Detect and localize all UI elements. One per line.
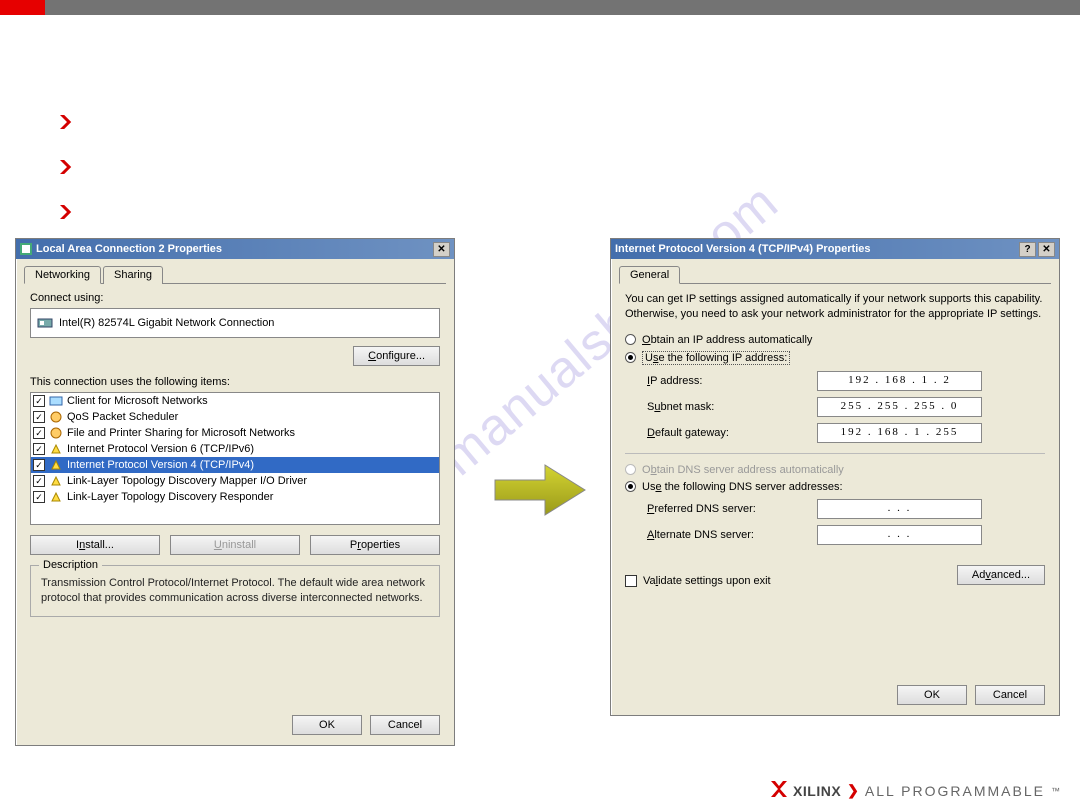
radio-use-ip[interactable]: Use the following IP address:: [625, 351, 1045, 365]
window-icon: [20, 243, 32, 255]
protocol-icon: [49, 474, 63, 488]
list-item-label: Internet Protocol Version 6 (TCP/IPv6): [67, 443, 254, 455]
validate-label: Validate settings upon exit: [643, 575, 771, 587]
radio-icon: [625, 481, 636, 492]
checkbox-icon[interactable]: ✓: [33, 475, 45, 487]
uninstall-button: Uninstall: [170, 535, 300, 555]
radio-use-dns[interactable]: Use the following DNS server addresses:: [625, 481, 1045, 493]
checkbox-icon[interactable]: ✓: [33, 459, 45, 471]
tabs: General: [619, 265, 1051, 284]
list-item[interactable]: ✓ Client for Microsoft Networks: [31, 393, 439, 409]
help-button[interactable]: ?: [1019, 242, 1036, 257]
titlebar[interactable]: Local Area Connection 2 Properties ✕: [16, 239, 454, 259]
xilinx-logo-icon: [771, 781, 787, 800]
checkbox-icon[interactable]: ✓: [33, 427, 45, 439]
all-programmable-text: ALL PROGRAMMABLE: [865, 783, 1045, 799]
adapter-box: Intel(R) 82574L Gigabit Network Connecti…: [30, 308, 440, 338]
radio-icon: [625, 334, 636, 345]
list-item-label: File and Printer Sharing for Microsoft N…: [67, 427, 295, 439]
window-title: Local Area Connection 2 Properties: [36, 243, 222, 255]
ok-button[interactable]: OK: [897, 685, 967, 705]
bullet-chevron-icon: [60, 205, 74, 222]
client-icon: [49, 394, 63, 408]
checkbox-icon[interactable]: [625, 575, 637, 587]
bullet-chevron-icon: [60, 115, 74, 132]
radio-icon: [625, 352, 636, 363]
list-item-label: Internet Protocol Version 4 (TCP/IPv4): [67, 459, 254, 471]
list-item[interactable]: ✓ Link-Layer Topology Discovery Responder: [31, 489, 439, 505]
list-item-label: Client for Microsoft Networks: [67, 395, 208, 407]
list-item-label: Link-Layer Topology Discovery Mapper I/O…: [67, 475, 307, 487]
window-title: Internet Protocol Version 4 (TCP/IPv4) P…: [615, 243, 871, 255]
pref-dns-label: Preferred DNS server:: [647, 503, 817, 515]
items-label: This connection uses the following items…: [30, 376, 440, 388]
info-text: You can get IP settings assigned automat…: [625, 292, 1045, 322]
preferred-dns-input[interactable]: . . .: [817, 499, 982, 519]
checkbox-icon[interactable]: ✓: [33, 395, 45, 407]
adapter-name: Intel(R) 82574L Gigabit Network Connecti…: [59, 317, 274, 329]
ip-address-input[interactable]: 192 . 168 . 1 . 2: [817, 371, 982, 391]
protocol-icon: [49, 458, 63, 472]
protocol-icon: [49, 490, 63, 504]
checkbox-icon[interactable]: ✓: [33, 411, 45, 423]
tcpip-properties-dialog: Internet Protocol Version 4 (TCP/IPv4) P…: [610, 238, 1060, 716]
description-title: Description: [39, 559, 102, 571]
radio-obtain-dns: Obtain DNS server address automatically: [625, 464, 1045, 476]
titlebar[interactable]: Internet Protocol Version 4 (TCP/IPv4) P…: [611, 239, 1059, 259]
checkbox-icon[interactable]: ✓: [33, 491, 45, 503]
configure-button[interactable]: Configure...: [353, 346, 440, 366]
service-icon: [49, 426, 63, 440]
alt-dns-label: Alternate DNS server:: [647, 529, 817, 541]
list-item-selected[interactable]: ✓ Internet Protocol Version 4 (TCP/IPv4): [31, 457, 439, 473]
description-text: Transmission Control Protocol/Internet P…: [41, 576, 429, 606]
subnet-label: Subnet mask:: [647, 401, 817, 413]
properties-button[interactable]: Properties: [310, 535, 440, 555]
list-item[interactable]: ✓ Internet Protocol Version 6 (TCP/IPv6): [31, 441, 439, 457]
alternate-dns-input[interactable]: . . .: [817, 525, 982, 545]
brand-red-bar: [0, 0, 45, 15]
connection-properties-dialog: Local Area Connection 2 Properties ✕ Net…: [15, 238, 455, 746]
close-button[interactable]: ✕: [433, 242, 450, 257]
bullet-chevron-icon: [60, 160, 74, 177]
service-icon: [49, 410, 63, 424]
chevron-icon: ❯: [847, 782, 859, 799]
protocol-icon: [49, 442, 63, 456]
cancel-button[interactable]: Cancel: [370, 715, 440, 735]
tab-networking[interactable]: Networking: [24, 266, 101, 284]
gateway-label: Default gateway:: [647, 427, 817, 439]
ip-label: IP address:: [647, 375, 817, 387]
list-item[interactable]: ✓ File and Printer Sharing for Microsoft …: [31, 425, 439, 441]
divider: [625, 453, 1045, 454]
items-listbox[interactable]: ✓ Client for Microsoft Networks ✓ QoS Pack…: [30, 392, 440, 525]
tab-sharing[interactable]: Sharing: [103, 266, 163, 284]
radio-obtain-ip[interactable]: Obtain an IP address automatically: [625, 334, 1045, 346]
tab-general[interactable]: General: [619, 266, 680, 284]
validate-checkbox-row[interactable]: Validate settings upon exit: [625, 575, 771, 587]
tabs: Networking Sharing: [24, 265, 446, 284]
connect-using-label: Connect using:: [30, 292, 440, 304]
radio-icon: [625, 464, 636, 475]
list-item-label: QoS Packet Scheduler: [67, 411, 178, 423]
description-group: Description Transmission Control Protoco…: [30, 565, 440, 617]
install-button[interactable]: Install...: [30, 535, 160, 555]
arrow-right-icon: [490, 460, 590, 523]
xilinx-text: XILINX: [793, 783, 841, 799]
list-item[interactable]: ✓ QoS Packet Scheduler: [31, 409, 439, 425]
checkbox-icon[interactable]: ✓: [33, 443, 45, 455]
cancel-button[interactable]: Cancel: [975, 685, 1045, 705]
close-button[interactable]: ✕: [1038, 242, 1055, 257]
brand-gray-bar: [45, 0, 1080, 15]
subnet-mask-input[interactable]: 255 . 255 . 255 . 0: [817, 397, 982, 417]
footer-brand: XILINX ❯ ALL PROGRAMMABLE™: [771, 781, 1060, 800]
advanced-button[interactable]: Advanced...: [957, 565, 1045, 585]
network-adapter-icon: [37, 315, 53, 331]
list-item[interactable]: ✓ Link-Layer Topology Discovery Mapper I/…: [31, 473, 439, 489]
default-gateway-input[interactable]: 192 . 168 . 1 . 255: [817, 423, 982, 443]
list-item-label: Link-Layer Topology Discovery Responder: [67, 491, 273, 503]
ok-button[interactable]: OK: [292, 715, 362, 735]
